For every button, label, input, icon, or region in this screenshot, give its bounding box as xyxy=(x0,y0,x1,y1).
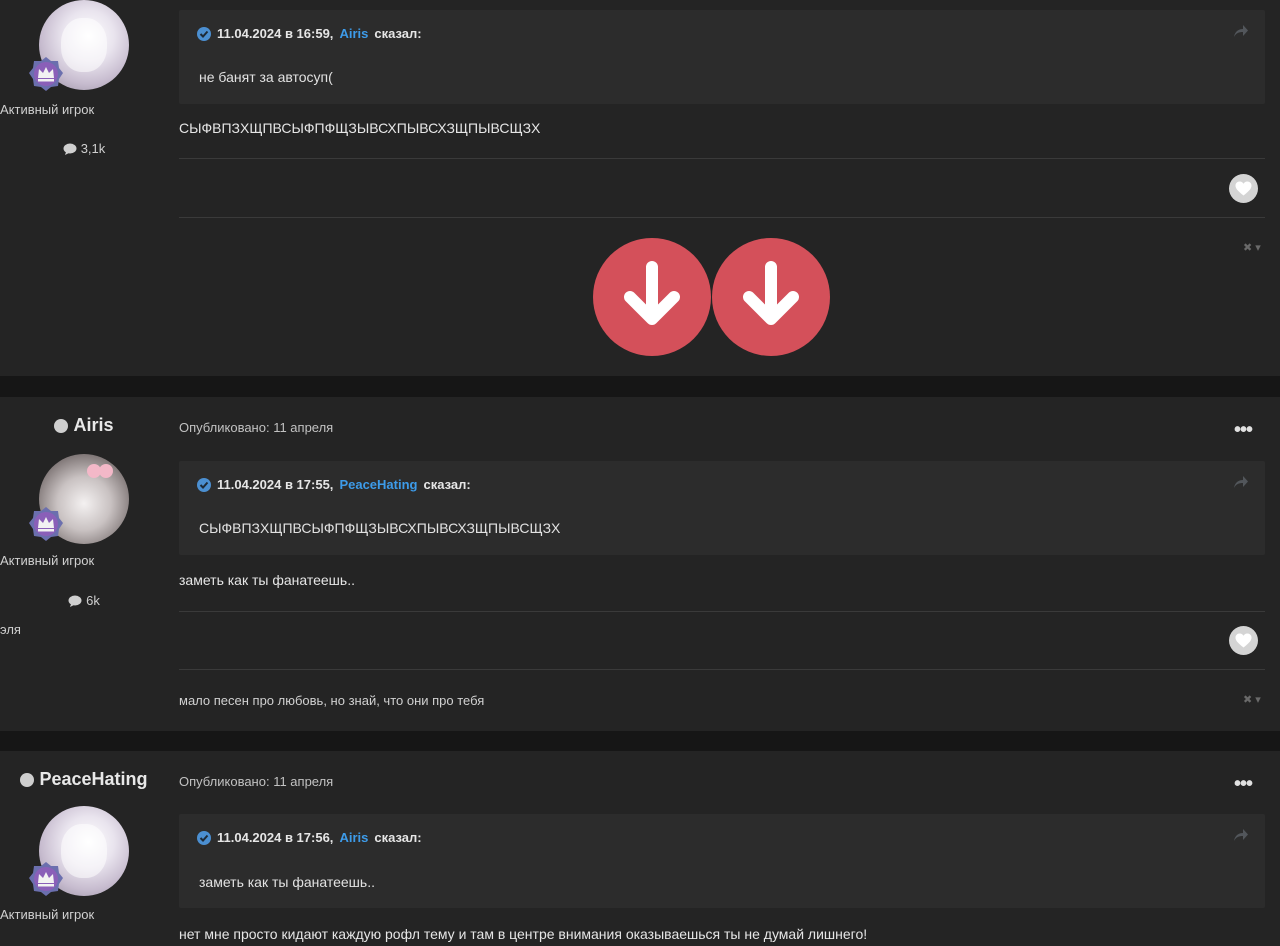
rank-crown-icon xyxy=(28,861,64,897)
quote-said: сказал: xyxy=(423,477,471,492)
share-icon[interactable] xyxy=(1233,24,1249,38)
quote-block: 11.04.2024 в 17:55, PeaceHating сказал: … xyxy=(179,461,1265,555)
signature-controls[interactable]: ✖ ▾ xyxy=(1243,241,1261,254)
divider xyxy=(179,669,1265,670)
comment-icon xyxy=(68,595,82,607)
custom-title: эля xyxy=(0,622,21,637)
quote-user-link[interactable]: Airis xyxy=(339,26,368,41)
quote-header: 11.04.2024 в 16:59, Airis сказал: xyxy=(197,26,422,41)
quote-text: не банят за автосуп( xyxy=(199,69,333,85)
heart-icon xyxy=(1235,181,1252,196)
post-content: заметь как ты фанатеешь.. xyxy=(179,572,355,588)
quote-block: 11.04.2024 в 16:59, Airis сказал: не бан… xyxy=(179,10,1265,104)
avatar-face xyxy=(61,18,107,72)
like-button[interactable] xyxy=(1229,626,1258,655)
rank-title: Активный игрок xyxy=(0,553,95,568)
published-date[interactable]: Опубликовано: 11 апреля xyxy=(179,420,333,435)
quote-said: сказал: xyxy=(374,830,422,845)
post-content: нет мне просто кидают каждую рофл тему и… xyxy=(179,926,868,942)
arrow-down-circle-icon xyxy=(593,238,711,356)
quote-date: 11.04.2024 в 17:55, xyxy=(217,477,334,492)
rank-title: Активный игрок xyxy=(0,907,95,922)
quote-user-link[interactable]: PeaceHating xyxy=(339,477,417,492)
more-options-button[interactable]: ••• xyxy=(1234,774,1253,794)
quote-date: 11.04.2024 в 16:59, xyxy=(217,26,334,41)
arrow-down-circle-icon xyxy=(712,238,830,356)
avatar-face xyxy=(61,824,107,878)
post-2: Airis Активный игрок 6k эля Опубликовано… xyxy=(0,397,1280,731)
post-count-value: 6k xyxy=(86,593,100,608)
quote-check-icon[interactable] xyxy=(197,478,211,492)
rank-title: Активный игрок xyxy=(0,102,95,117)
heart-icon xyxy=(1235,633,1252,648)
offline-status-icon xyxy=(54,418,69,433)
rank-crown-icon xyxy=(28,506,64,542)
quote-check-icon[interactable] xyxy=(197,831,211,845)
share-icon[interactable] xyxy=(1233,475,1249,489)
divider xyxy=(179,217,1265,218)
author-name[interactable]: PeaceHating xyxy=(0,769,168,790)
quote-check-icon[interactable] xyxy=(197,27,211,41)
author-name[interactable]: Airis xyxy=(0,415,168,436)
post-count: 6k xyxy=(0,593,168,608)
quote-header: 11.04.2024 в 17:55, PeaceHating сказал: xyxy=(197,477,471,492)
share-icon[interactable] xyxy=(1233,828,1249,842)
quote-text: заметь как ты фанатеешь.. xyxy=(199,874,375,890)
published-date[interactable]: Опубликовано: 11 апреля xyxy=(179,774,333,789)
rank-crown-icon xyxy=(28,56,64,92)
post-count-value: 3,1k xyxy=(80,141,106,156)
quote-text: СЫФВПЗХЩПВСЫФПФЩЗЫВСХПЫВСХЗЩПЫВСЩЗХ xyxy=(199,520,561,536)
quote-user-link[interactable]: Airis xyxy=(339,830,368,845)
divider xyxy=(179,611,1265,612)
signature-controls[interactable]: ✖ ▾ xyxy=(1243,693,1261,706)
author-name-text[interactable]: PeaceHating xyxy=(39,769,147,790)
author-name-text[interactable]: Airis xyxy=(73,415,113,436)
offline-status-icon xyxy=(20,772,35,787)
post-content: СЫФВПЗХЩПВСЫФПФЩЗЫВСХПЫВСХЗЩПЫВСЩЗХ xyxy=(179,120,541,136)
comment-icon xyxy=(63,143,77,155)
more-options-button[interactable]: ••• xyxy=(1234,420,1253,440)
quote-block: 11.04.2024 в 17:56, Airis сказал: заметь… xyxy=(179,814,1265,908)
divider xyxy=(179,158,1265,159)
post-count: 3,1k xyxy=(0,141,168,156)
quote-date: 11.04.2024 в 17:56, xyxy=(217,830,334,845)
quote-header: 11.04.2024 в 17:56, Airis сказал: xyxy=(197,830,422,845)
post-3: PeaceHating Активный игрок Опубликовано:… xyxy=(0,751,1280,946)
quote-said: сказал: xyxy=(374,26,422,41)
like-button[interactable] xyxy=(1229,174,1258,203)
signature: мало песен про любовь, но знай, что они … xyxy=(179,693,485,708)
